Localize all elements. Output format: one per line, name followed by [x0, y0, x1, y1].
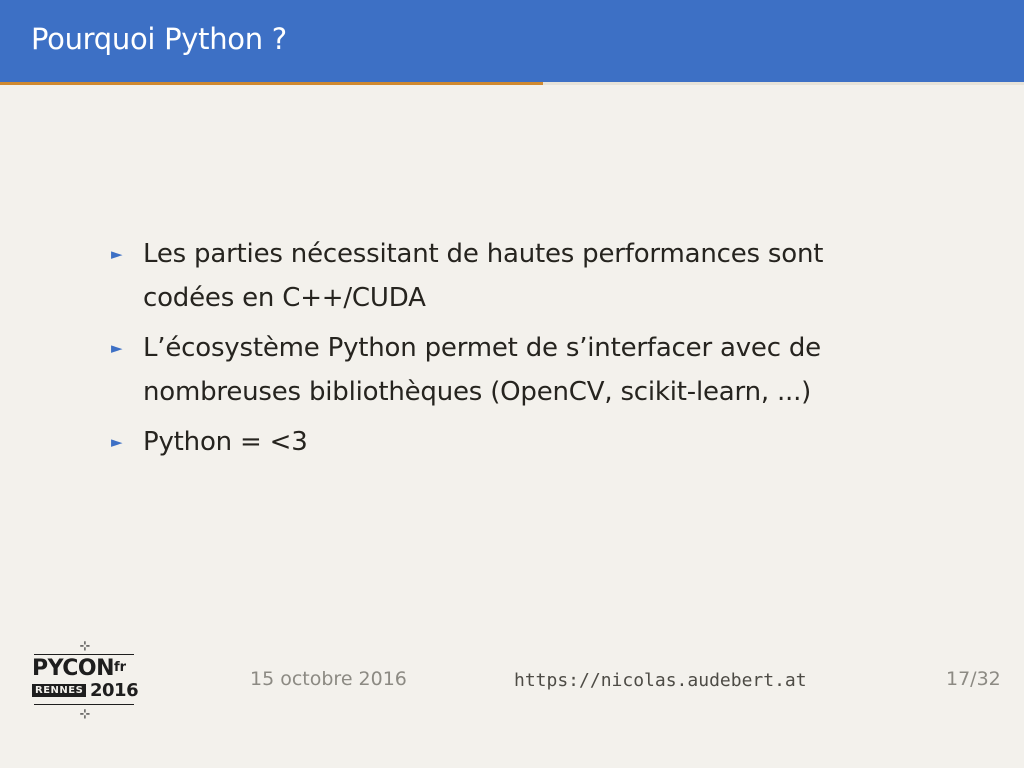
bullet-item: ► L’écosystème Python permet de s’interf… — [108, 326, 908, 414]
bullet-text-line: L’écosystème Python permet de s’interfac… — [143, 333, 821, 363]
bullet-text-line: Les parties nécessitant de hautes perfor… — [143, 239, 824, 269]
bullet-marker-icon: ► — [111, 433, 123, 451]
bullet-item: ► Les parties nécessitant de hautes perf… — [108, 232, 908, 320]
logo-ornament-icon: ⊹ — [79, 639, 91, 654]
logo-city: RENNES — [32, 684, 87, 697]
bullet-text-line: codées en C++/CUDA — [143, 283, 426, 313]
logo-brand: PYCON — [32, 656, 115, 681]
bullet-text-line: Python = <3 — [143, 427, 308, 457]
footer-page-number: 17/32 — [946, 668, 1001, 690]
logo-divider — [34, 654, 134, 655]
bullet-item: ► Python = <3 — [108, 420, 908, 464]
footer-url: https://nicolas.audebert.at — [514, 670, 807, 691]
bullet-marker-icon: ► — [111, 339, 123, 357]
footer-date: 15 octobre 2016 — [250, 668, 407, 690]
logo-suffix: fr — [114, 660, 127, 675]
pycon-logo: ⊹ PYCON fr RENNES 2016 ⊹ — [30, 640, 140, 722]
logo-year: 2016 — [90, 680, 139, 701]
slide-progress-bar — [0, 82, 1024, 85]
bullet-list: ► Les parties nécessitant de hautes perf… — [108, 232, 908, 470]
slide-title-bar: Pourquoi Python ? — [0, 0, 1024, 82]
slide-title: Pourquoi Python ? — [31, 22, 287, 56]
bullet-text-line: nombreuses bibliothèques (OpenCV, scikit… — [143, 377, 812, 407]
bullet-marker-icon: ► — [111, 245, 123, 263]
slide-progress-fill — [0, 82, 543, 85]
logo-ornament-icon: ⊹ — [79, 707, 91, 722]
logo-divider — [34, 704, 134, 705]
